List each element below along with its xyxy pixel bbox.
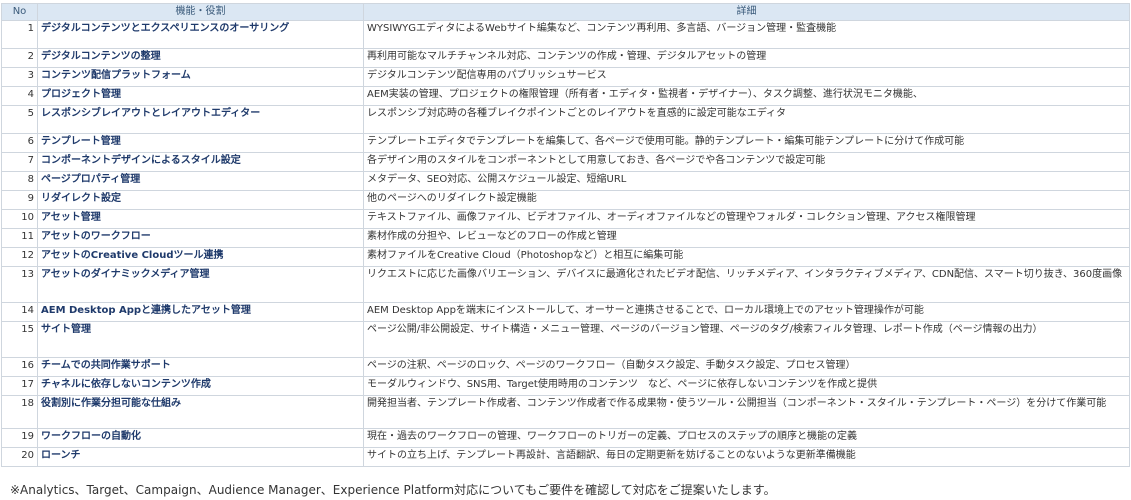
table-row: 1 デジタルコンテンツとエクスペリエンスのオーサリング WYSIWYGエディタに…	[1, 20, 1130, 49]
table-row: 6 テンプレート管理 テンプレートエディタでテンプレートを編集して、各ページで使…	[1, 133, 1130, 153]
row-detail: モーダルウィンドウ、SNS用、Target使用時用のコンテンツ など、ページに依…	[363, 376, 1130, 396]
row-detail: 素材ファイルをCreative Cloud（Photoshopなど）と相互に編集…	[363, 247, 1130, 267]
row-no: 19	[1, 428, 38, 448]
row-function: プロジェクト管理	[37, 86, 364, 106]
row-detail: ページの注釈、ページのロック、ページのワークフロー（自動タスク設定、手動タスク設…	[363, 357, 1130, 377]
table-row: 8 ページプロパティ管理 メタデータ、SEO対応、公開スケジュール設定、短縮UR…	[1, 171, 1130, 191]
row-function: コンポーネントデザインによるスタイル設定	[37, 152, 364, 172]
row-no: 6	[1, 133, 38, 153]
row-function: アセットのダイナミックメディア管理	[37, 266, 364, 303]
row-function: チームでの共同作業サポート	[37, 357, 364, 377]
row-no: 20	[1, 447, 38, 467]
table-row: 14 AEM Desktop Appと連携したアセット管理 AEM Deskto…	[1, 302, 1130, 322]
row-function: レスポンシブレイアウトとレイアウトエディター	[37, 105, 364, 134]
row-detail: デジタルコンテンツ配信専用のパブリッシュサービス	[363, 67, 1130, 87]
row-no: 1	[1, 20, 38, 49]
row-detail: AEM Desktop Appを端末にインストールして、オーサーと連携させること…	[363, 302, 1130, 322]
row-function: リダイレクト設定	[37, 190, 364, 210]
table-row: 4 プロジェクト管理 AEM実装の管理、プロジェクトの権限管理（所有者・エディタ…	[1, 86, 1130, 106]
row-function: アセット管理	[37, 209, 364, 229]
row-detail: テンプレートエディタでテンプレートを編集して、各ページで使用可能。静的テンプレー…	[363, 133, 1130, 153]
table-row: 20 ローンチ サイトの立ち上げ、テンプレート再設計、言語翻訳、毎日の定期更新を…	[1, 447, 1130, 467]
row-no: 16	[1, 357, 38, 377]
row-detail: 現在・過去のワークフローの管理、ワークフローのトリガーの定義、プロセスのステップ…	[363, 428, 1130, 448]
row-no: 14	[1, 302, 38, 322]
row-detail: WYSIWYGエディタによるWebサイト編集など、コンテンツ再利用、多言語、バー…	[363, 20, 1130, 49]
row-no: 10	[1, 209, 38, 229]
row-function: アセットのワークフロー	[37, 228, 364, 248]
row-detail: レスポンシブ対応時の各種ブレイクポイントごとのレイアウトを直感的に設定可能なエデ…	[363, 105, 1130, 134]
row-function: ローンチ	[37, 447, 364, 467]
row-function: チャネルに依存しないコンテンツ作成	[37, 376, 364, 396]
row-function: テンプレート管理	[37, 133, 364, 153]
header-function: 機能・役割	[37, 3, 364, 21]
row-detail: 再利用可能なマルチチャンネル対応、コンテンツの作成・管理、デジタルアセットの管理	[363, 48, 1130, 68]
table-row: 16 チームでの共同作業サポート ページの注釈、ページのロック、ページのワークフ…	[1, 357, 1130, 377]
row-function: ワークフローの自動化	[37, 428, 364, 448]
row-function: アセットのCreative Cloudツール連携	[37, 247, 364, 267]
table-header-row: No 機能・役割 詳細	[1, 3, 1130, 21]
row-no: 2	[1, 48, 38, 68]
row-function: サイト管理	[37, 321, 364, 358]
table-row: 3 コンテンツ配信プラットフォーム デジタルコンテンツ配信専用のパブリッシュサー…	[1, 67, 1130, 87]
table-row: 17 チャネルに依存しないコンテンツ作成 モーダルウィンドウ、SNS用、Targ…	[1, 376, 1130, 396]
row-detail: テキストファイル、画像ファイル、ビデオファイル、オーディオファイルなどの管理やフ…	[363, 209, 1130, 229]
row-detail: メタデータ、SEO対応、公開スケジュール設定、短縮URL	[363, 171, 1130, 191]
row-detail: リクエストに応じた画像バリエーション、デバイスに最適化されたビデオ配信、リッチメ…	[363, 266, 1130, 303]
row-detail: 他のページへのリダイレクト設定機能	[363, 190, 1130, 210]
row-detail: ページ公開/非公開設定、サイト構造・メニュー管理、ページのバージョン管理、ページ…	[363, 321, 1130, 358]
table-row: 13 アセットのダイナミックメディア管理 リクエストに応じた画像バリエーション、…	[1, 266, 1130, 303]
table-row: 9 リダイレクト設定 他のページへのリダイレクト設定機能	[1, 190, 1130, 210]
features-table: No 機能・役割 詳細 1 デジタルコンテンツとエクスペリエンスのオーサリング …	[1, 3, 1130, 467]
header-detail: 詳細	[363, 3, 1130, 21]
row-no: 11	[1, 228, 38, 248]
row-no: 17	[1, 376, 38, 396]
row-no: 12	[1, 247, 38, 267]
table-row: 11 アセットのワークフロー 素材作成の分担や、レビューなどのフローの作成と管理	[1, 228, 1130, 248]
row-detail: サイトの立ち上げ、テンプレート再設計、言語翻訳、毎日の定期更新を妨げることのない…	[363, 447, 1130, 467]
row-function: デジタルコンテンツとエクスペリエンスのオーサリング	[37, 20, 364, 49]
table-row: 2 デジタルコンテンツの整理 再利用可能なマルチチャンネル対応、コンテンツの作成…	[1, 48, 1130, 68]
table-row: 18 役割別に作業分担可能な仕組み 開発担当者、テンプレート作成者、コンテンツ作…	[1, 395, 1130, 429]
header-no: No	[1, 3, 38, 21]
row-no: 5	[1, 105, 38, 134]
table-row: 7 コンポーネントデザインによるスタイル設定 各デザイン用のスタイルをコンポーネ…	[1, 152, 1130, 172]
row-no: 13	[1, 266, 38, 303]
row-function: デジタルコンテンツの整理	[37, 48, 364, 68]
row-function: 役割別に作業分担可能な仕組み	[37, 395, 364, 429]
table-row: 10 アセット管理 テキストファイル、画像ファイル、ビデオファイル、オーディオフ…	[1, 209, 1130, 229]
table-row: 19 ワークフローの自動化 現在・過去のワークフローの管理、ワークフローのトリガ…	[1, 428, 1130, 448]
row-no: 4	[1, 86, 38, 106]
row-no: 9	[1, 190, 38, 210]
row-no: 8	[1, 171, 38, 191]
table-row: 5 レスポンシブレイアウトとレイアウトエディター レスポンシブ対応時の各種ブレイ…	[1, 105, 1130, 134]
footnote: ※Analytics、Target、Campaign、Audience Mana…	[10, 483, 776, 497]
row-no: 7	[1, 152, 38, 172]
row-no: 15	[1, 321, 38, 358]
row-detail: AEM実装の管理、プロジェクトの権限管理（所有者・エディタ・監視者・デザイナー）…	[363, 86, 1130, 106]
row-no: 3	[1, 67, 38, 87]
table-row: 12 アセットのCreative Cloudツール連携 素材ファイルをCreat…	[1, 247, 1130, 267]
table-row: 15 サイト管理 ページ公開/非公開設定、サイト構造・メニュー管理、ページのバー…	[1, 321, 1130, 358]
row-detail: 素材作成の分担や、レビューなどのフローの作成と管理	[363, 228, 1130, 248]
row-detail: 開発担当者、テンプレート作成者、コンテンツ作成者で作る成果物・使うツール・公開担…	[363, 395, 1130, 429]
row-function: コンテンツ配信プラットフォーム	[37, 67, 364, 87]
row-function: ページプロパティ管理	[37, 171, 364, 191]
features-table-wrapper: No 機能・役割 詳細 1 デジタルコンテンツとエクスペリエンスのオーサリング …	[1, 3, 1130, 467]
row-no: 18	[1, 395, 38, 429]
row-function: AEM Desktop Appと連携したアセット管理	[37, 302, 364, 322]
row-detail: 各デザイン用のスタイルをコンポーネントとして用意しておき、各ページでや各コンテン…	[363, 152, 1130, 172]
